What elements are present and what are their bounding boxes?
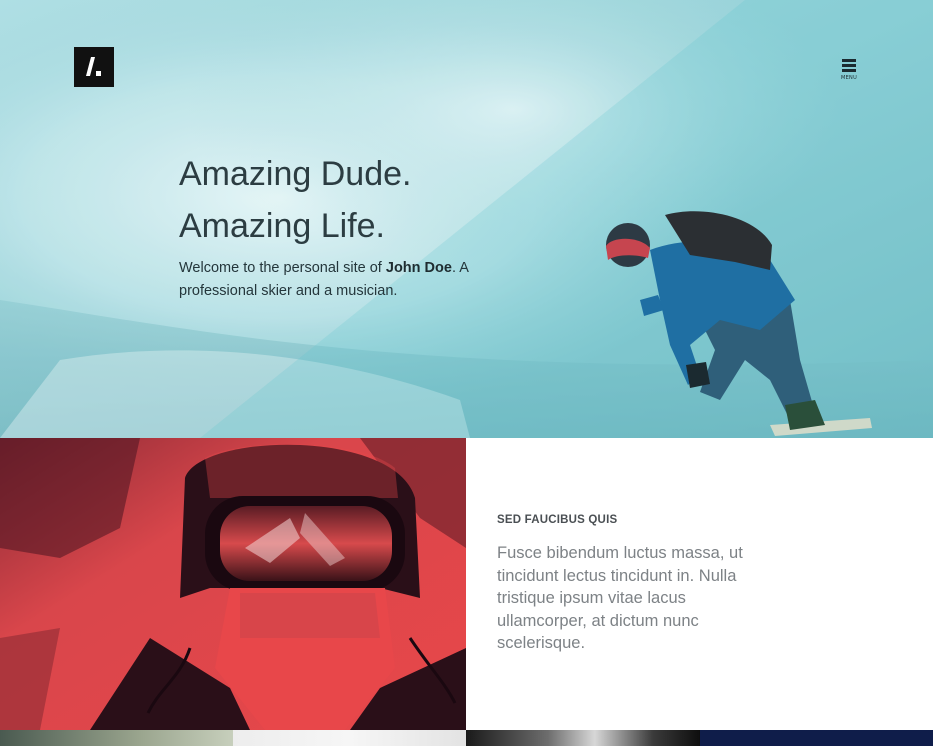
- feature-panel: SED FAUCIBUS QUIS Fusce bibendum luctus …: [466, 438, 933, 730]
- hero-intro-name: John Doe: [385, 260, 452, 276]
- hero-section: MENU Amazing Dude. Amazing Life. Welcome…: [0, 0, 933, 438]
- hero-title-line-2: Amazing Life.: [179, 207, 385, 245]
- menu-button[interactable]: MENU: [834, 58, 864, 82]
- hero-text: Amazing Dude. Amazing Life. Welcome to t…: [179, 148, 479, 303]
- feature-body: Fusce bibendum luctus massa, ut tincidun…: [497, 544, 743, 653]
- menu-label: MENU: [840, 75, 858, 81]
- gallery-thumbnail-3[interactable]: [466, 730, 700, 746]
- gallery-thumbnail-1[interactable]: [0, 730, 233, 746]
- hero-intro: Welcome to the personal site of John Doe…: [179, 257, 479, 303]
- gallery-thumbnail-2[interactable]: [233, 730, 466, 746]
- site-logo[interactable]: [74, 47, 114, 87]
- gallery-thumbnail-4[interactable]: [700, 730, 933, 746]
- hero-title-line-1: Amazing Dude.: [179, 155, 412, 193]
- slash-dot-logo-icon: [86, 57, 101, 76]
- hero-intro-lead: Welcome to the personal site of: [179, 260, 386, 276]
- goggles-portrait-image: [0, 438, 466, 730]
- hamburger-icon: [842, 59, 856, 72]
- hero-title: Amazing Dude. Amazing Life.: [179, 148, 479, 252]
- feature-kicker: SED FAUCIBUS QUIS: [497, 514, 618, 526]
- page: MENU Amazing Dude. Amazing Life. Welcome…: [0, 0, 933, 746]
